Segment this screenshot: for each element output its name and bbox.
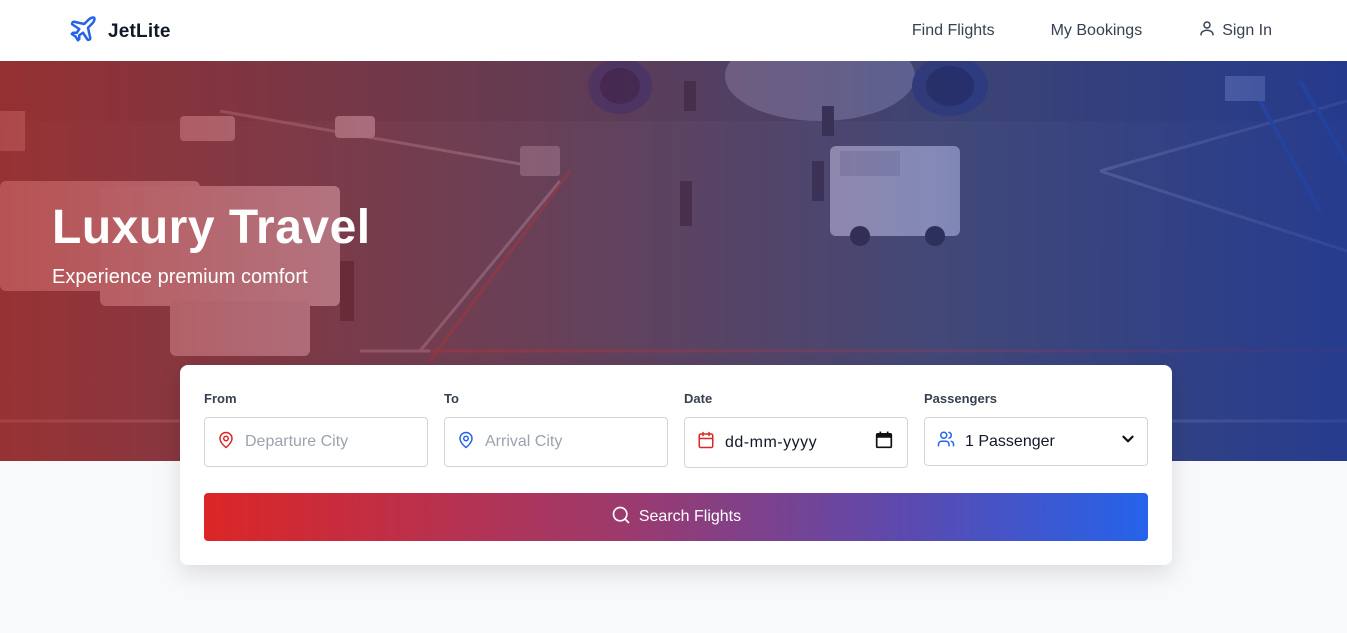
search-flights-label: Search Flights — [638, 508, 742, 525]
hero-title: Luxury Travel — [52, 201, 371, 254]
nav-my-bookings[interactable]: My Bookings — [1051, 22, 1143, 40]
passengers-value: 1 Passenger — [965, 432, 1055, 450]
chevron-down-icon — [1119, 430, 1137, 453]
flight-search-card: From To Date — [180, 365, 1172, 565]
search-icon — [611, 505, 631, 530]
nav-sign-in[interactable]: Sign In — [1198, 19, 1272, 42]
calendar-icon — [697, 431, 715, 454]
to-field: To — [444, 391, 668, 467]
map-pin-icon — [457, 431, 475, 454]
nav-find-flights[interactable]: Find Flights — [912, 22, 995, 40]
date-picker-icon[interactable] — [875, 431, 893, 454]
date-field: Date dd-mm-yyyy — [684, 391, 908, 468]
plane-icon — [68, 14, 98, 49]
date-label: Date — [684, 391, 713, 406]
from-input-wrapper[interactable] — [204, 417, 428, 467]
from-label: From — [204, 391, 237, 406]
top-navbar: JetLite Find Flights My Bookings Sign In — [0, 0, 1347, 61]
passengers-field: Passengers 1 Passenger — [924, 391, 1148, 466]
passengers-select[interactable]: 1 Passenger — [924, 417, 1148, 466]
user-icon — [1198, 19, 1216, 42]
to-input-wrapper[interactable] — [444, 417, 668, 467]
arrival-city-input[interactable] — [485, 433, 667, 451]
sign-in-label: Sign In — [1222, 21, 1272, 39]
date-value: dd-mm-yyyy — [725, 433, 818, 451]
date-input[interactable]: dd-mm-yyyy — [684, 417, 908, 468]
departure-city-input[interactable] — [245, 433, 427, 451]
from-field: From — [204, 391, 428, 467]
brand-logo[interactable]: JetLite — [68, 14, 171, 49]
main-nav: Find Flights My Bookings Sign In — [912, 0, 1272, 61]
to-label: To — [444, 391, 459, 406]
brand-name: JetLite — [108, 20, 171, 42]
passengers-label: Passengers — [924, 391, 997, 406]
map-pin-icon — [217, 431, 235, 454]
users-icon — [937, 430, 955, 453]
hero-subtitle: Experience premium comfort — [52, 266, 308, 288]
search-flights-button[interactable]: Search Flights — [204, 493, 1148, 541]
